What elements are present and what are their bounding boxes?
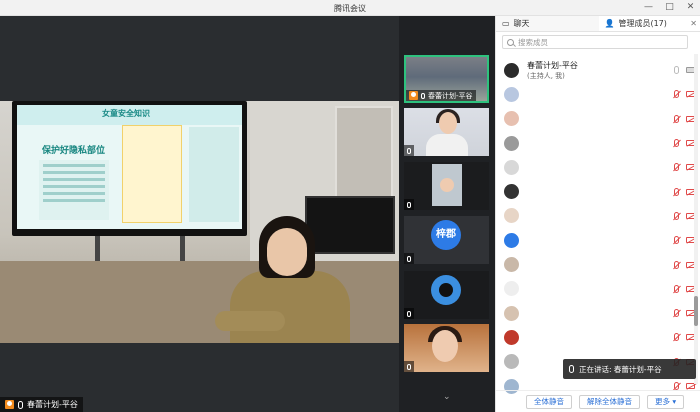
window-title: 腾讯会议 [334, 4, 366, 13]
member-row[interactable] [496, 325, 700, 349]
avatar [431, 275, 461, 305]
video-thumbnail-list: 春蕾计划-平谷 梓郡 ⌄ [399, 16, 495, 412]
host-icon [5, 400, 14, 409]
video-thumbnail[interactable] [404, 108, 489, 156]
main-video[interactable]: 女童安全知识 保护好隐私部位 春蕾计划-平谷 [0, 16, 399, 412]
member-list: 春蕾计划-平谷 (主持人, 我) [496, 58, 700, 398]
presenter [215, 216, 355, 343]
avatar [504, 354, 519, 370]
member-row[interactable] [496, 131, 700, 155]
avatar [504, 305, 519, 321]
member-list-scrollbar[interactable] [694, 54, 698, 384]
mic-icon[interactable] [674, 66, 679, 75]
slide-text-block [39, 160, 109, 220]
speaking-indicator: 正在讲话: 春蕾计划-平谷 [563, 359, 696, 379]
presentation-slide: 女童安全知识 保护好隐私部位 [17, 105, 242, 229]
minimize-icon[interactable]: — [643, 2, 654, 13]
avatar [504, 135, 519, 151]
member-row[interactable] [496, 107, 700, 131]
video-thumbnail[interactable]: 春蕾计划-平谷 [404, 55, 489, 103]
members-icon: 👤 [604, 19, 615, 28]
tab-members[interactable]: 👤 管理成员(17) ✕ [598, 16, 700, 31]
mic-icon [569, 365, 574, 373]
mic-muted-icon[interactable] [674, 382, 679, 390]
avatar [504, 257, 519, 273]
slide-illustration [122, 125, 182, 223]
video-thumbnail[interactable]: 梓郡 [404, 216, 489, 264]
video-thumbnail[interactable] [404, 271, 489, 319]
avatar [504, 111, 519, 127]
avatar: 梓郡 [431, 220, 461, 250]
avatar [504, 62, 519, 78]
mic-icon [407, 363, 411, 370]
search-input[interactable]: 搜索成员 [502, 35, 688, 49]
member-row[interactable] [496, 179, 700, 203]
member-row[interactable] [496, 301, 700, 325]
title-bar: 腾讯会议 — □ ✕ [0, 0, 700, 16]
mic-icon [407, 147, 411, 154]
mic-muted-icon[interactable] [674, 236, 679, 245]
scroll-thumb[interactable] [694, 296, 698, 326]
chat-icon: ▭ [502, 19, 510, 28]
video-thumbnail[interactable] [404, 324, 489, 372]
member-row[interactable] [496, 204, 700, 228]
speaking-label: 正在讲话: 春蕾计划-平谷 [579, 364, 662, 374]
mic-muted-icon[interactable] [674, 90, 679, 99]
avatar [504, 281, 519, 297]
close-icon[interactable]: ✕ [685, 2, 696, 13]
member-name: 春蕾计划-平谷 [527, 60, 578, 70]
slide-title: 女童安全知识 [102, 109, 150, 118]
avatar [504, 208, 519, 224]
mic-muted-icon[interactable] [674, 260, 679, 269]
member-row[interactable] [496, 82, 700, 106]
host-icon [409, 91, 418, 100]
video-thumbnail[interactable] [404, 162, 489, 210]
mic-icon [421, 92, 425, 99]
mic-muted-icon[interactable] [674, 187, 679, 196]
close-panel-icon[interactable]: ✕ [690, 19, 697, 28]
avatar [504, 184, 519, 200]
mic-muted-icon[interactable] [674, 284, 679, 293]
mic-muted-icon[interactable] [674, 333, 679, 342]
mic-muted-icon[interactable] [674, 139, 679, 148]
mic-muted-icon[interactable] [674, 163, 679, 172]
member-row[interactable] [496, 252, 700, 276]
avatar [504, 232, 519, 248]
member-panel: ▭ 聊天 👤 管理成员(17) ✕ 搜索成员 春蕾计划-平谷 (主持人, 我) [495, 16, 700, 412]
mute-all-button[interactable]: 全体静音 [526, 394, 572, 409]
maximize-icon[interactable]: □ [664, 2, 675, 13]
panel-actions: 全体静音 解除全体静音 更多 ▾ [496, 390, 700, 412]
classroom-scene: 女童安全知识 保护好隐私部位 [0, 101, 399, 343]
search-icon [507, 38, 514, 46]
avatar [504, 159, 519, 175]
slide-side-panel [189, 127, 239, 222]
avatar [504, 86, 519, 102]
member-row[interactable] [496, 228, 700, 252]
slide-heading: 保护好隐私部位 [42, 146, 106, 156]
chevron-down-icon[interactable]: ⌄ [443, 392, 451, 402]
member-role: (主持人, 我) [527, 71, 565, 80]
mic-muted-icon[interactable] [674, 309, 679, 318]
speaker-name-tag: 春蕾计划-平谷 [0, 397, 83, 412]
member-row[interactable]: 春蕾计划-平谷 (主持人, 我) [496, 58, 700, 82]
more-button[interactable]: 更多 ▾ [647, 394, 685, 409]
speaker-name: 春蕾计划-平谷 [27, 400, 78, 409]
mic-icon [407, 255, 411, 262]
mic-icon [18, 400, 23, 409]
thumbnail-name: 春蕾计划-平谷 [428, 91, 473, 100]
avatar [504, 329, 519, 345]
panel-tabs: ▭ 聊天 👤 管理成员(17) ✕ [496, 16, 700, 32]
member-row[interactable] [496, 155, 700, 179]
mic-muted-icon[interactable] [674, 114, 679, 123]
mic-icon [407, 310, 411, 317]
mic-icon [407, 201, 411, 208]
unmute-all-button[interactable]: 解除全体静音 [579, 394, 640, 409]
mic-muted-icon[interactable] [674, 211, 679, 220]
member-row[interactable] [496, 277, 700, 301]
tab-chat[interactable]: ▭ 聊天 [496, 16, 599, 31]
